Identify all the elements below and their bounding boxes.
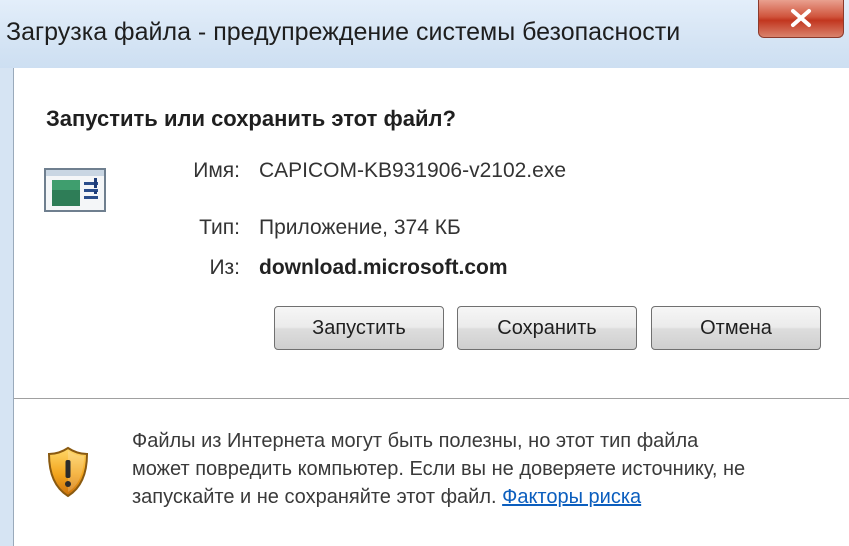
warning-panel: Файлы из Интернета могут быть полезны, н…: [14, 399, 849, 546]
dialog-body: Запустить или сохранить этот файл? Имя: …: [13, 68, 849, 546]
warning-line-2: может повредить компьютер. Если вы не до…: [132, 458, 746, 480]
dialog-heading: Запустить или сохранить этот файл?: [46, 106, 456, 131]
window-title: Загрузка файла - предупреждение системы …: [6, 18, 681, 46]
save-button[interactable]: Сохранить: [457, 306, 637, 350]
warning-line-3-text: запускайте и не сохраняйте этот файл.: [132, 486, 497, 508]
source-value: download.microsoft.com: [259, 256, 508, 279]
run-button[interactable]: Запустить: [274, 306, 444, 350]
close-icon: [791, 9, 811, 27]
risk-factors-link[interactable]: Факторы риска: [502, 486, 641, 508]
warning-line-1: Файлы из Интернета могут быть полезны, н…: [132, 430, 699, 452]
name-label: Имя:: [193, 159, 240, 182]
from-label: Из:: [209, 256, 240, 279]
file-type-value: Приложение, 374 КБ: [259, 216, 461, 239]
title-bar[interactable]: Загрузка файла - предупреждение системы …: [0, 0, 849, 68]
type-label: Тип:: [199, 216, 240, 239]
close-button[interactable]: [758, 0, 844, 38]
cancel-button[interactable]: Отмена: [651, 306, 821, 350]
security-warning-dialog: Загрузка файла - предупреждение системы …: [0, 0, 849, 546]
file-name-value: CAPICOM-KB931906-v2102.exe: [259, 159, 566, 182]
warning-message: Файлы из Интернета могут быть полезны, н…: [132, 427, 842, 511]
warning-line-3: запускайте и не сохраняйте этот файл. Фа…: [132, 483, 842, 511]
security-shield-warning-icon: [47, 446, 89, 498]
